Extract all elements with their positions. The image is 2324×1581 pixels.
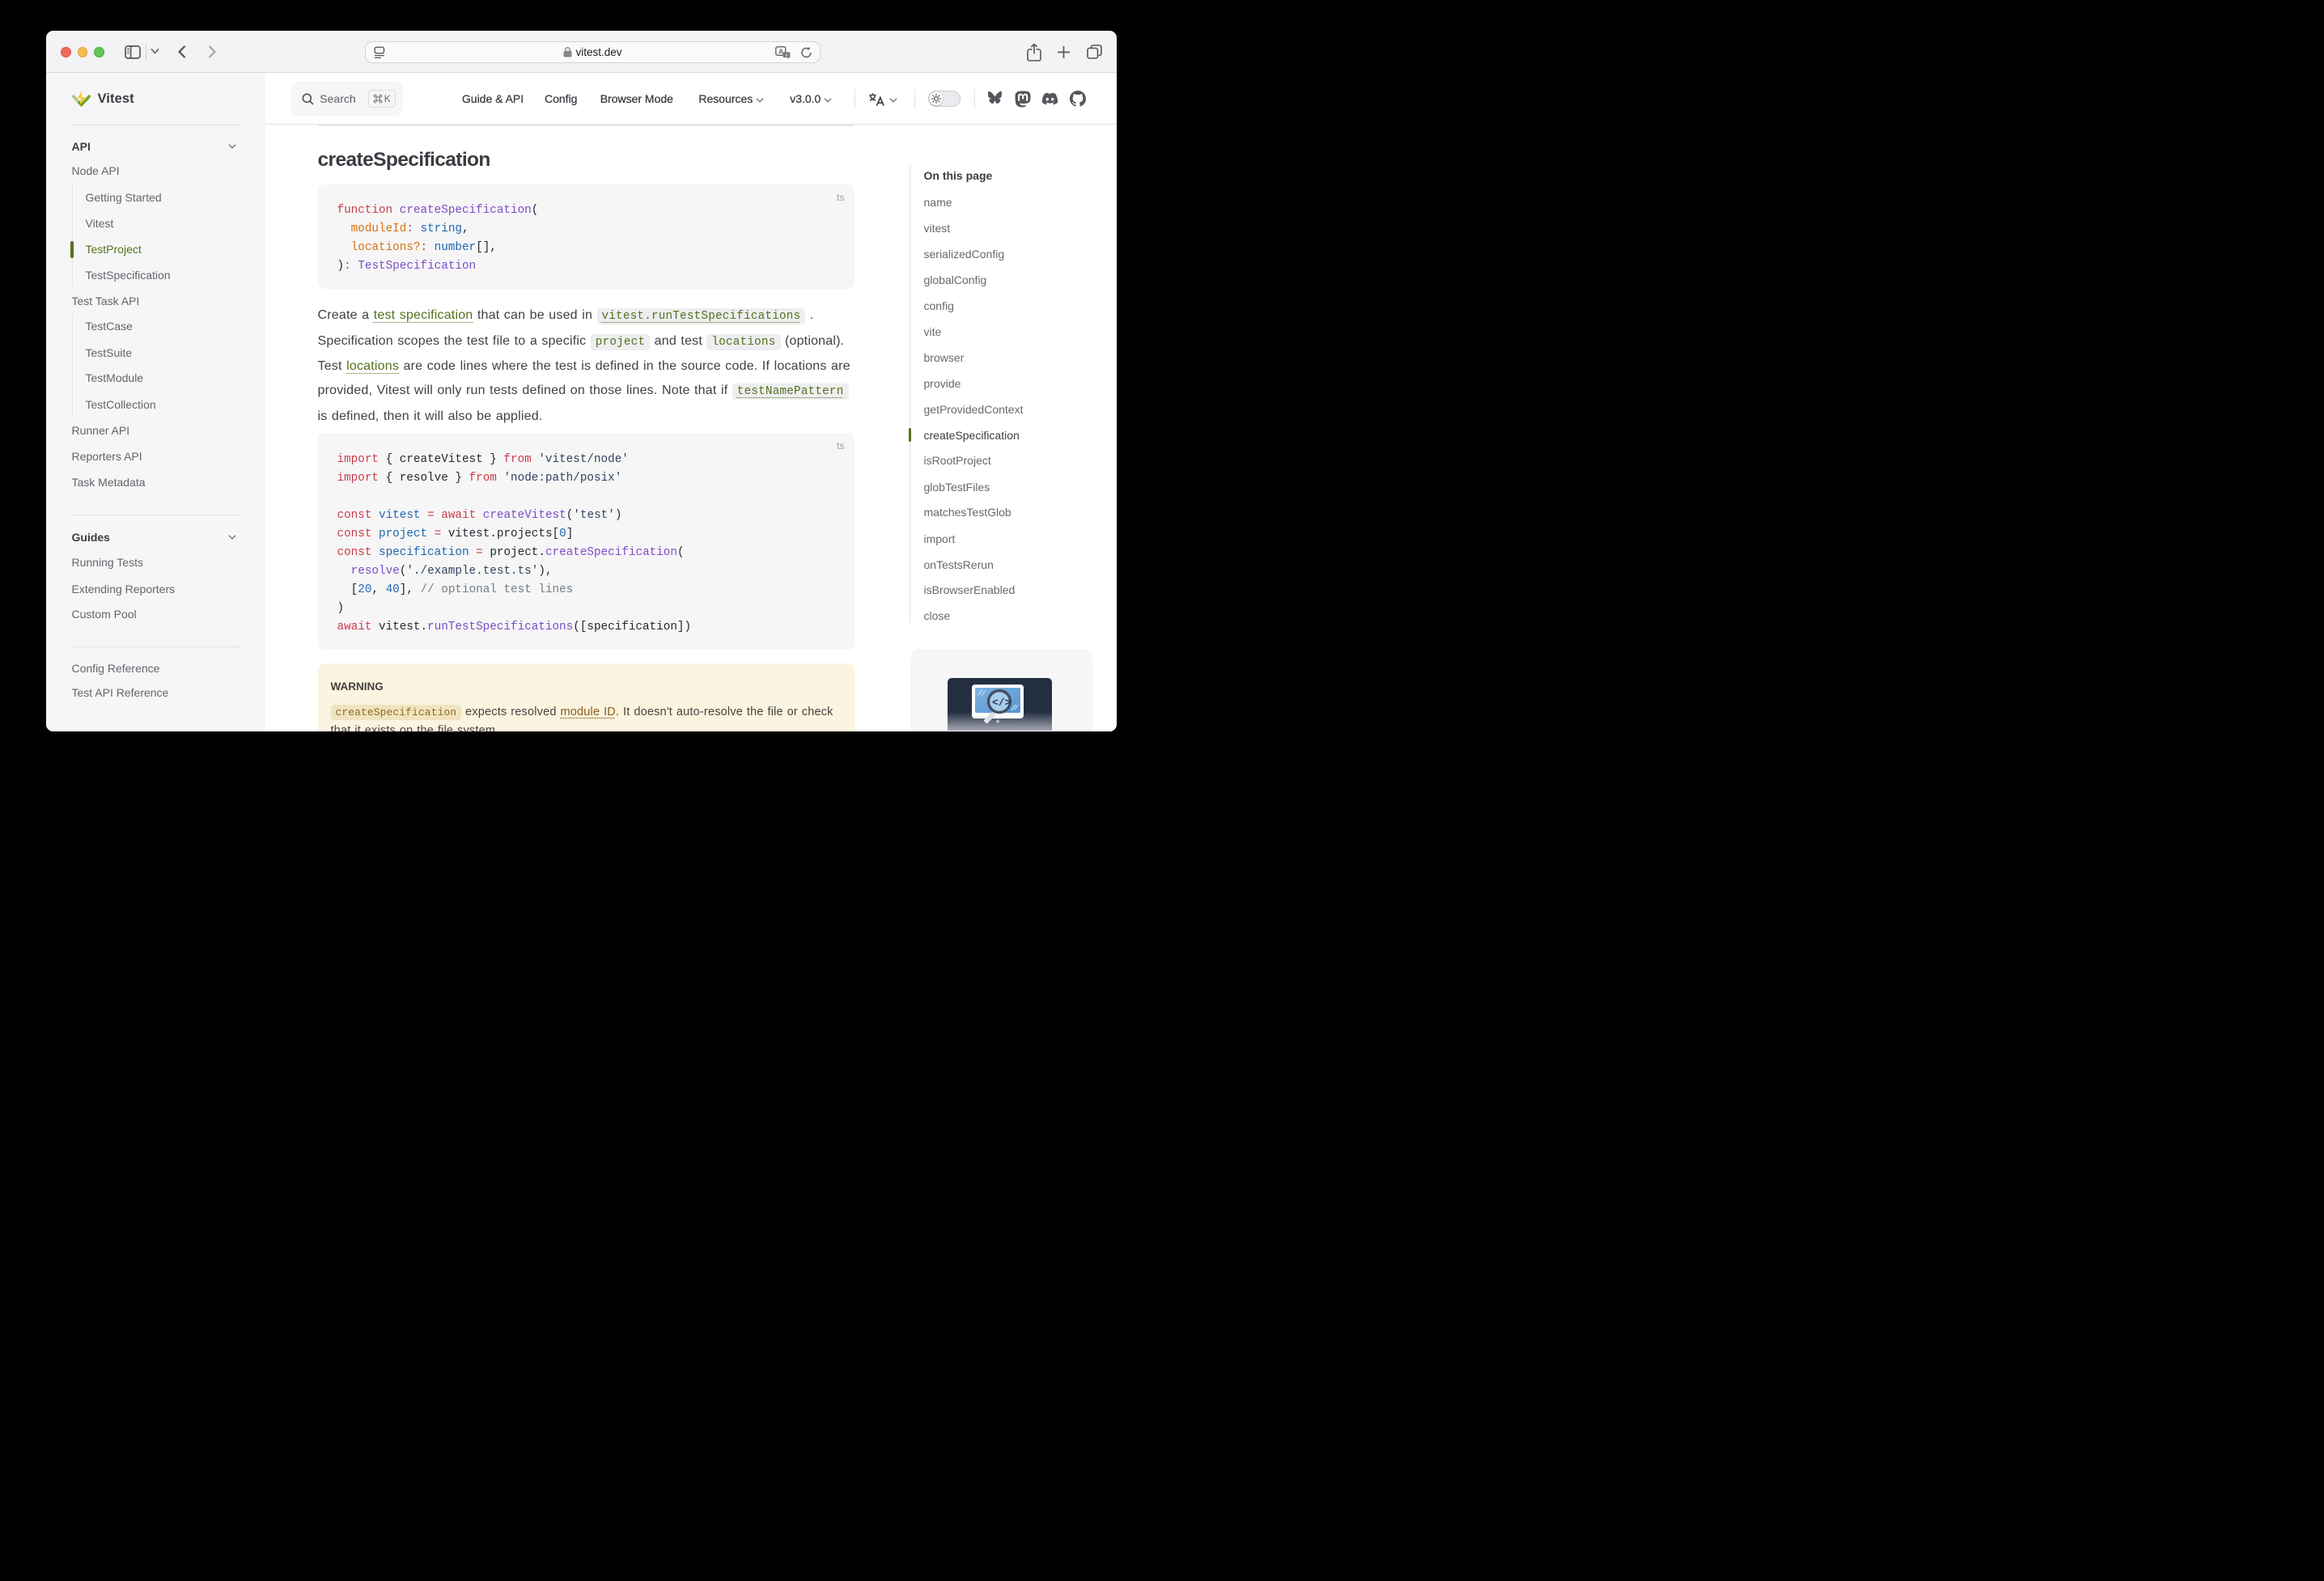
svg-text:</>: </> bbox=[992, 697, 1011, 709]
svg-text:A: A bbox=[778, 47, 783, 55]
